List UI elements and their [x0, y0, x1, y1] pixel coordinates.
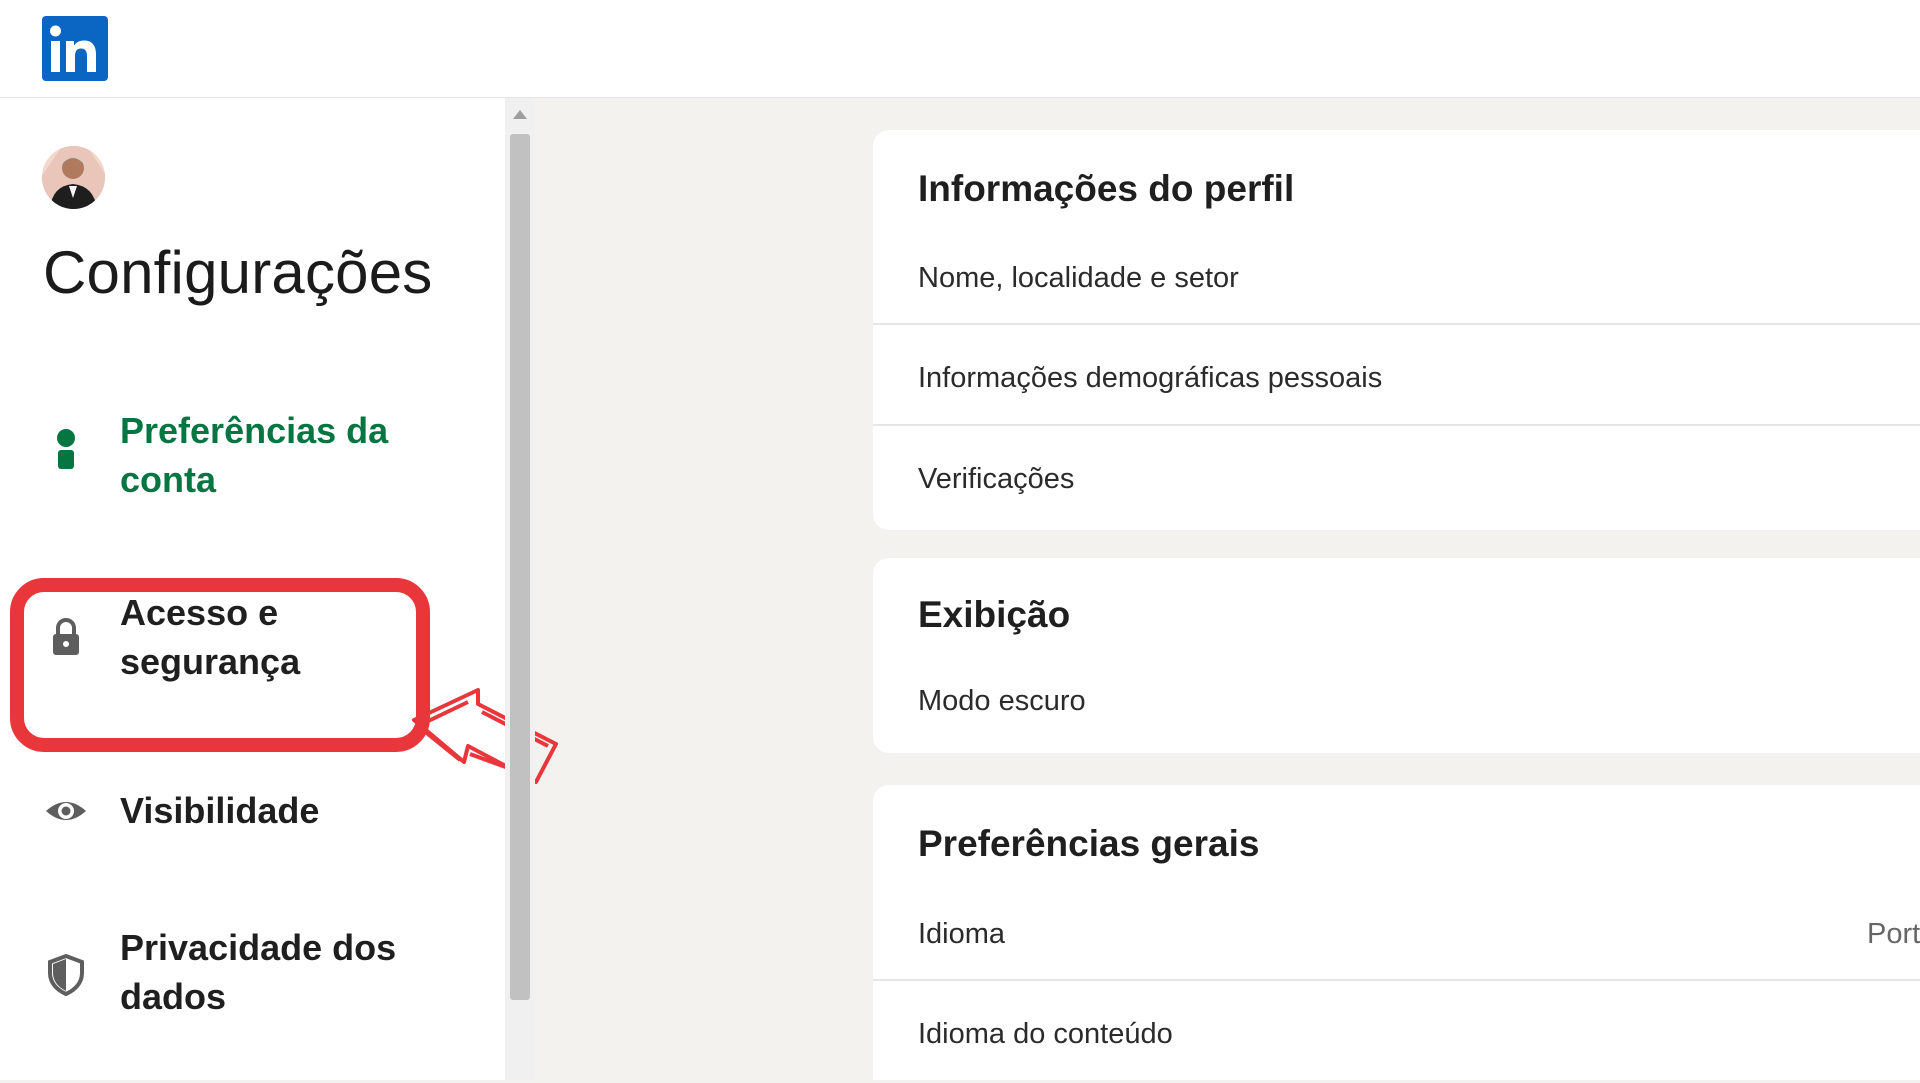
settings-row-verifications[interactable]: Verificações	[873, 428, 1920, 528]
settings-row-content-language[interactable]: Idioma do conteúdo	[873, 983, 1920, 1083]
person-icon	[44, 428, 88, 472]
sidebar-item-data-privacy[interactable]: Privacidade dos dados	[0, 923, 470, 1033]
row-label: Informações demográficas pessoais	[918, 362, 1383, 394]
settings-row-language[interactable]: Idioma Port	[873, 883, 1920, 983]
row-label: Verificações	[918, 463, 1075, 495]
row-value: Port	[1867, 918, 1920, 950]
divider	[873, 323, 1920, 325]
section-title: Informações do perfil	[918, 168, 1295, 209]
row-label: Idioma	[918, 918, 1006, 950]
scroll-up-arrow-icon[interactable]	[513, 110, 527, 119]
linkedin-logo[interactable]	[42, 16, 108, 81]
display-card: Exibição Modo escuro	[873, 558, 1920, 753]
settings-sidebar: Configurações Preferências da conta Aces…	[0, 98, 505, 1080]
page-title: Configurações	[43, 239, 433, 306]
linkedin-logo-icon	[50, 25, 96, 72]
avatar[interactable]	[42, 146, 105, 209]
scrollbar-thumb[interactable]	[510, 134, 530, 1000]
sidebar-item-label: Privacidade dos dados	[120, 927, 397, 1017]
sidebar-scrollbar[interactable]	[505, 98, 535, 1080]
sidebar-item-visibility[interactable]: Visibilidade	[0, 778, 470, 848]
profile-photo-icon	[42, 146, 105, 209]
settings-row-dark-mode[interactable]: Modo escuro	[873, 650, 1920, 750]
sidebar-item-label: Acesso e segurança	[120, 592, 301, 682]
section-title: Exibição	[918, 594, 1071, 635]
eye-icon	[44, 789, 88, 833]
row-label: Modo escuro	[918, 685, 1086, 717]
sidebar-item-account-preferences[interactable]: Preferências da conta	[0, 398, 470, 508]
settings-row-name-location-industry[interactable]: Nome, localidade e setor	[873, 227, 1920, 327]
divider	[873, 979, 1920, 981]
row-label: Idioma do conteúdo	[918, 1018, 1173, 1050]
top-navigation-bar	[0, 0, 1920, 98]
shield-icon	[44, 953, 88, 997]
general-preferences-card: Preferências gerais Idioma Port Idioma d…	[873, 785, 1920, 1080]
lock-icon	[44, 616, 88, 660]
row-label: Nome, localidade e setor	[918, 262, 1239, 294]
divider	[873, 424, 1920, 426]
profile-information-card: Informações do perfil Nome, localidade e…	[873, 130, 1920, 530]
sidebar-item-access-security[interactable]: Acesso e segurança	[0, 588, 470, 698]
sidebar-item-label: Preferências da conta	[120, 410, 389, 500]
section-title: Preferências gerais	[918, 823, 1260, 864]
settings-row-demographic-info[interactable]: Informações demográficas pessoais	[873, 327, 1920, 427]
annotation-arrow-icon	[408, 680, 558, 795]
